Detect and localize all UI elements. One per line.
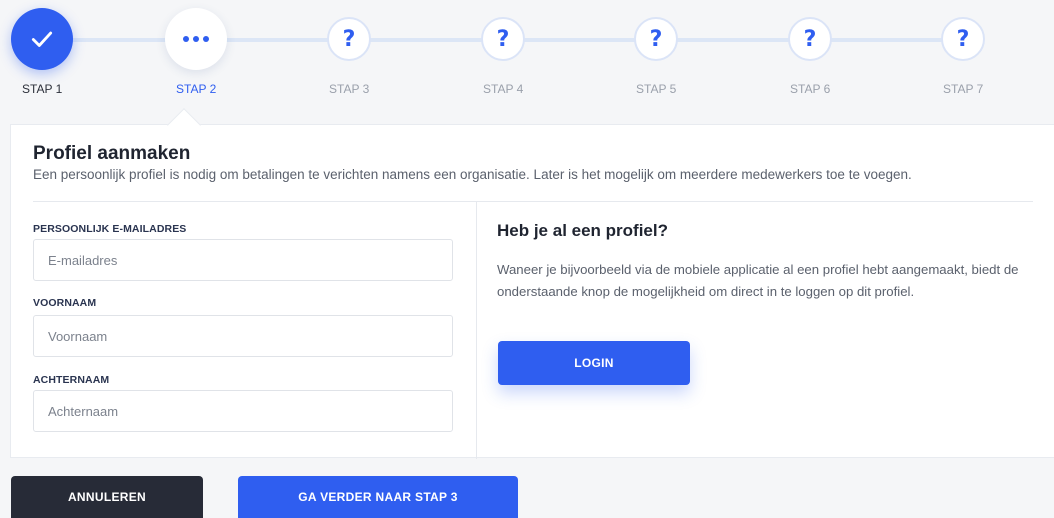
- step-4: ?: [453, 8, 553, 70]
- question-icon: ?: [481, 17, 525, 61]
- email-field[interactable]: E-mailadres: [33, 239, 453, 281]
- step-1-circle: [11, 8, 73, 70]
- email-placeholder: E-mailadres: [48, 252, 118, 268]
- last-name-field[interactable]: Achternaam: [33, 390, 453, 432]
- vertical-divider: [476, 202, 477, 459]
- step-2-circle: [165, 8, 227, 70]
- question-icon: ?: [788, 17, 832, 61]
- step-6: ?: [760, 8, 860, 70]
- question-icon: ?: [634, 17, 678, 61]
- checkmark-icon: [31, 31, 53, 47]
- ellipsis-icon: [183, 36, 209, 42]
- horizontal-divider: [33, 201, 1033, 202]
- step-4-label: STAP 4: [483, 82, 524, 96]
- step-7: ?: [913, 8, 1013, 70]
- next-step-button[interactable]: GA VERDER NAAR STAP 3: [238, 476, 518, 518]
- profile-card: Profiel aanmaken Een persoonlijk profiel…: [10, 124, 1054, 459]
- step-7-label: STAP 7: [943, 82, 984, 96]
- last-name-placeholder: Achternaam: [48, 403, 119, 419]
- step-5: ?: [606, 8, 706, 70]
- step-1-label: STAP 1: [22, 82, 63, 96]
- existing-profile-text: Waneer je bijvoorbeeld via de mobiele ap…: [497, 262, 1019, 299]
- first-name-placeholder: Voornaam: [48, 328, 108, 344]
- first-name-label: VOORNAAM: [33, 297, 97, 309]
- step-2-label: STAP 2: [176, 82, 217, 96]
- existing-profile-title: Heb je al een profiel?: [497, 221, 668, 240]
- progress-stepper: STAP 1 STAP 2 ? STAP 3 ? STAP 4 ? STAP 5…: [0, 0, 1054, 110]
- step-3-label: STAP 3: [329, 82, 370, 96]
- email-label: PERSOONLIJK E-MAILADRES: [33, 223, 187, 235]
- step-5-label: STAP 5: [636, 82, 677, 96]
- step-1[interactable]: [0, 8, 92, 70]
- step-3: ?: [299, 8, 399, 70]
- card-title: Profiel aanmaken: [33, 143, 191, 164]
- login-button[interactable]: LOGIN: [498, 341, 690, 385]
- last-name-label: ACHTERNAAM: [33, 374, 110, 386]
- card-description: Een persoonlijk profiel is nodig om beta…: [33, 167, 912, 182]
- first-name-field[interactable]: Voornaam: [33, 315, 453, 357]
- cancel-button[interactable]: ANNULEREN: [11, 476, 203, 518]
- question-icon: ?: [941, 17, 985, 61]
- step-2[interactable]: [146, 8, 246, 70]
- step-6-label: STAP 6: [790, 82, 831, 96]
- question-icon: ?: [327, 17, 371, 61]
